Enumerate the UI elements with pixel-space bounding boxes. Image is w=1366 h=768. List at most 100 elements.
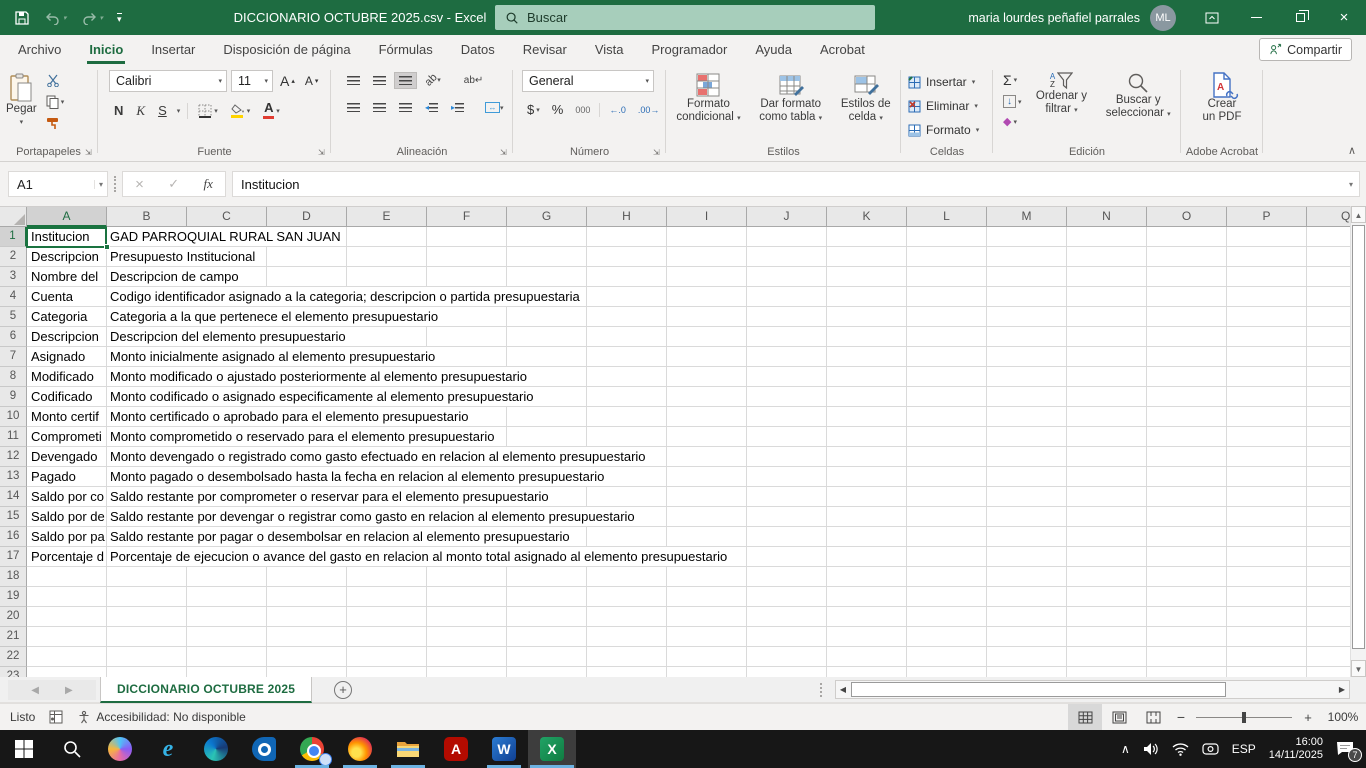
row-header-15[interactable]: 15 <box>0 507 27 527</box>
cell-O4[interactable] <box>1147 287 1227 307</box>
cell-F18[interactable] <box>427 567 507 587</box>
row-header-4[interactable]: 4 <box>0 287 27 307</box>
cell-H6[interactable] <box>587 327 667 347</box>
cell-L22[interactable] <box>907 647 987 667</box>
column-header-M[interactable]: M <box>987 207 1067 227</box>
cell-P16[interactable] <box>1227 527 1307 547</box>
cell-Q19[interactable] <box>1307 587 1350 607</box>
cell-F3[interactable] <box>427 267 507 287</box>
cell-E2[interactable] <box>347 247 427 267</box>
page-layout-view-icon[interactable] <box>1102 704 1136 730</box>
row-header-3[interactable]: 3 <box>0 267 27 287</box>
cell-I22[interactable] <box>667 647 747 667</box>
copy-icon[interactable]: ▾ <box>43 93 68 111</box>
cell-J8[interactable] <box>747 367 827 387</box>
cell-F22[interactable] <box>427 647 507 667</box>
cell-O3[interactable] <box>1147 267 1227 287</box>
cell-P1[interactable] <box>1227 227 1307 247</box>
cell-K17[interactable] <box>827 547 907 567</box>
tab-disposición-de-página[interactable]: Disposición de página <box>209 35 364 64</box>
find-select-button[interactable]: Buscar y seleccionar ▾ <box>1096 68 1180 130</box>
enter-icon[interactable]: ✓ <box>168 176 179 192</box>
row-header-16[interactable]: 16 <box>0 527 27 547</box>
close-button[interactable]: × <box>1322 0 1366 35</box>
sort-filter-button[interactable]: AZ Ordenar y filtrar ▾ <box>1027 68 1097 130</box>
scroll-down-icon[interactable]: ▼ <box>1351 660 1366 677</box>
cell-A18[interactable] <box>27 567 107 587</box>
wifi-icon[interactable] <box>1172 743 1189 756</box>
cell-D2[interactable] <box>267 247 347 267</box>
increase-font-icon[interactable]: A▴ <box>277 71 298 91</box>
cell-Q17[interactable] <box>1307 547 1350 567</box>
cell-Q12[interactable] <box>1307 447 1350 467</box>
cell-I4[interactable] <box>667 287 747 307</box>
cell-H22[interactable] <box>587 647 667 667</box>
macro-record-icon[interactable] <box>49 710 63 724</box>
cell-K4[interactable] <box>827 287 907 307</box>
cell-O11[interactable] <box>1147 427 1227 447</box>
cell-H8[interactable] <box>587 367 667 387</box>
edge-icon[interactable] <box>192 730 240 768</box>
undo-icon[interactable]: ▾ <box>44 11 67 25</box>
cell-Q10[interactable] <box>1307 407 1350 427</box>
cell-J4[interactable] <box>747 287 827 307</box>
cell-O8[interactable] <box>1147 367 1227 387</box>
cell-O10[interactable] <box>1147 407 1227 427</box>
cell-J17[interactable] <box>747 547 827 567</box>
cell-M9[interactable] <box>987 387 1067 407</box>
cell-M5[interactable] <box>987 307 1067 327</box>
next-sheet-icon[interactable]: ▶ <box>65 685 73 696</box>
cell-O1[interactable] <box>1147 227 1227 247</box>
column-header-I[interactable]: I <box>667 207 747 227</box>
cell-A20[interactable] <box>27 607 107 627</box>
cell-J2[interactable] <box>747 247 827 267</box>
cell-P4[interactable] <box>1227 287 1307 307</box>
cell-I2[interactable] <box>667 247 747 267</box>
column-header-K[interactable]: K <box>827 207 907 227</box>
font-size-combo[interactable]: 11▾ <box>231 70 273 92</box>
row-header-8[interactable]: 8 <box>0 367 27 387</box>
cell-P9[interactable] <box>1227 387 1307 407</box>
cell-L6[interactable] <box>907 327 987 347</box>
column-header-P[interactable]: P <box>1227 207 1307 227</box>
cell-L4[interactable] <box>907 287 987 307</box>
cell-K1[interactable] <box>827 227 907 247</box>
align-left-icon[interactable] <box>342 99 365 116</box>
cell-G6[interactable] <box>507 327 587 347</box>
cell-I6[interactable] <box>667 327 747 347</box>
cell-M6[interactable] <box>987 327 1067 347</box>
cell-O7[interactable] <box>1147 347 1227 367</box>
name-box[interactable]: A1 ▾ <box>8 171 108 197</box>
cell-K8[interactable] <box>827 367 907 387</box>
cell-H9[interactable] <box>587 387 667 407</box>
cell-P19[interactable] <box>1227 587 1307 607</box>
cell-Q8[interactable] <box>1307 367 1350 387</box>
insert-cells-button[interactable]: Insertar▾ <box>908 70 992 94</box>
meet-now-icon[interactable] <box>1202 742 1219 756</box>
column-header-G[interactable]: G <box>507 207 587 227</box>
cell-L21[interactable] <box>907 627 987 647</box>
percent-format-icon[interactable]: % <box>549 100 567 119</box>
cell-N2[interactable] <box>1067 247 1147 267</box>
cell-O16[interactable] <box>1147 527 1227 547</box>
cell-N4[interactable] <box>1067 287 1147 307</box>
cell-B21[interactable] <box>107 627 187 647</box>
cell-E21[interactable] <box>347 627 427 647</box>
cell-K5[interactable] <box>827 307 907 327</box>
merge-center-icon[interactable]: ↔▾ <box>480 98 509 117</box>
cell-M10[interactable] <box>987 407 1067 427</box>
cell-O12[interactable] <box>1147 447 1227 467</box>
cell-Q18[interactable] <box>1307 567 1350 587</box>
normal-view-icon[interactable] <box>1068 704 1102 730</box>
cell-B19[interactable] <box>107 587 187 607</box>
cell-K12[interactable] <box>827 447 907 467</box>
cell-D20[interactable] <box>267 607 347 627</box>
cell-J12[interactable] <box>747 447 827 467</box>
cell-E20[interactable] <box>347 607 427 627</box>
cell-H4[interactable] <box>587 287 667 307</box>
cell-P21[interactable] <box>1227 627 1307 647</box>
cell-G10[interactable] <box>507 407 587 427</box>
cell-I1[interactable] <box>667 227 747 247</box>
cell-K16[interactable] <box>827 527 907 547</box>
cell-J14[interactable] <box>747 487 827 507</box>
